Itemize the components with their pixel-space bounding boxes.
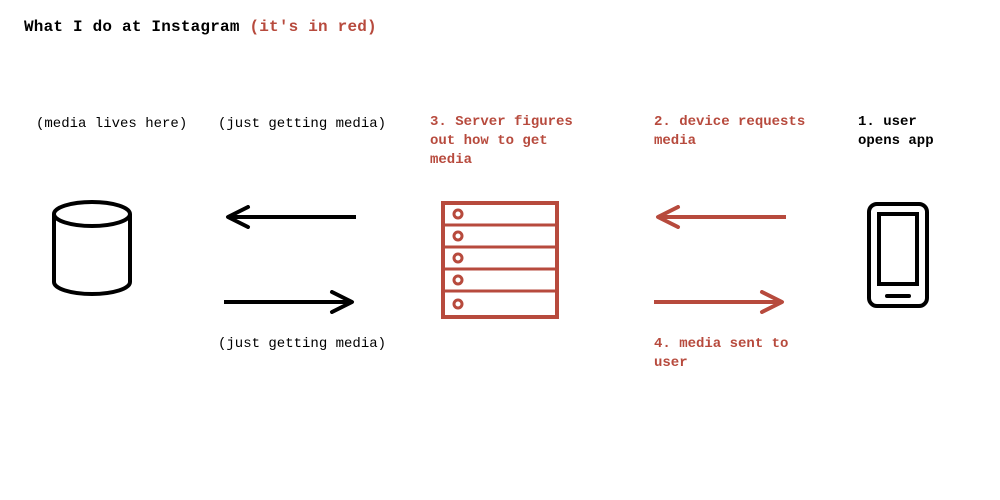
caption-request: 2. device requests media — [654, 113, 805, 151]
title-highlight: (it's in red) — [249, 18, 376, 36]
caption-fetch-top: (just getting media) — [218, 115, 386, 134]
arrow-request-left-icon — [650, 205, 790, 229]
title-main: What I do at Instagram — [24, 18, 249, 36]
caption-response: 4. media sent to user — [654, 335, 788, 373]
phone-icon — [865, 200, 931, 310]
caption-server: 3. Server figures out how to get media — [430, 113, 573, 170]
server-icon — [440, 200, 560, 320]
arrow-fetch-right-icon — [220, 290, 360, 314]
caption-device: 1. user opens app — [858, 113, 934, 151]
caption-storage: (media lives here) — [36, 115, 187, 134]
arrow-response-right-icon — [650, 290, 790, 314]
arrow-fetch-left-icon — [220, 205, 360, 229]
page-title: What I do at Instagram (it's in red) — [24, 18, 377, 36]
database-icon — [50, 200, 134, 296]
caption-fetch-bottom: (just getting media) — [218, 335, 386, 354]
